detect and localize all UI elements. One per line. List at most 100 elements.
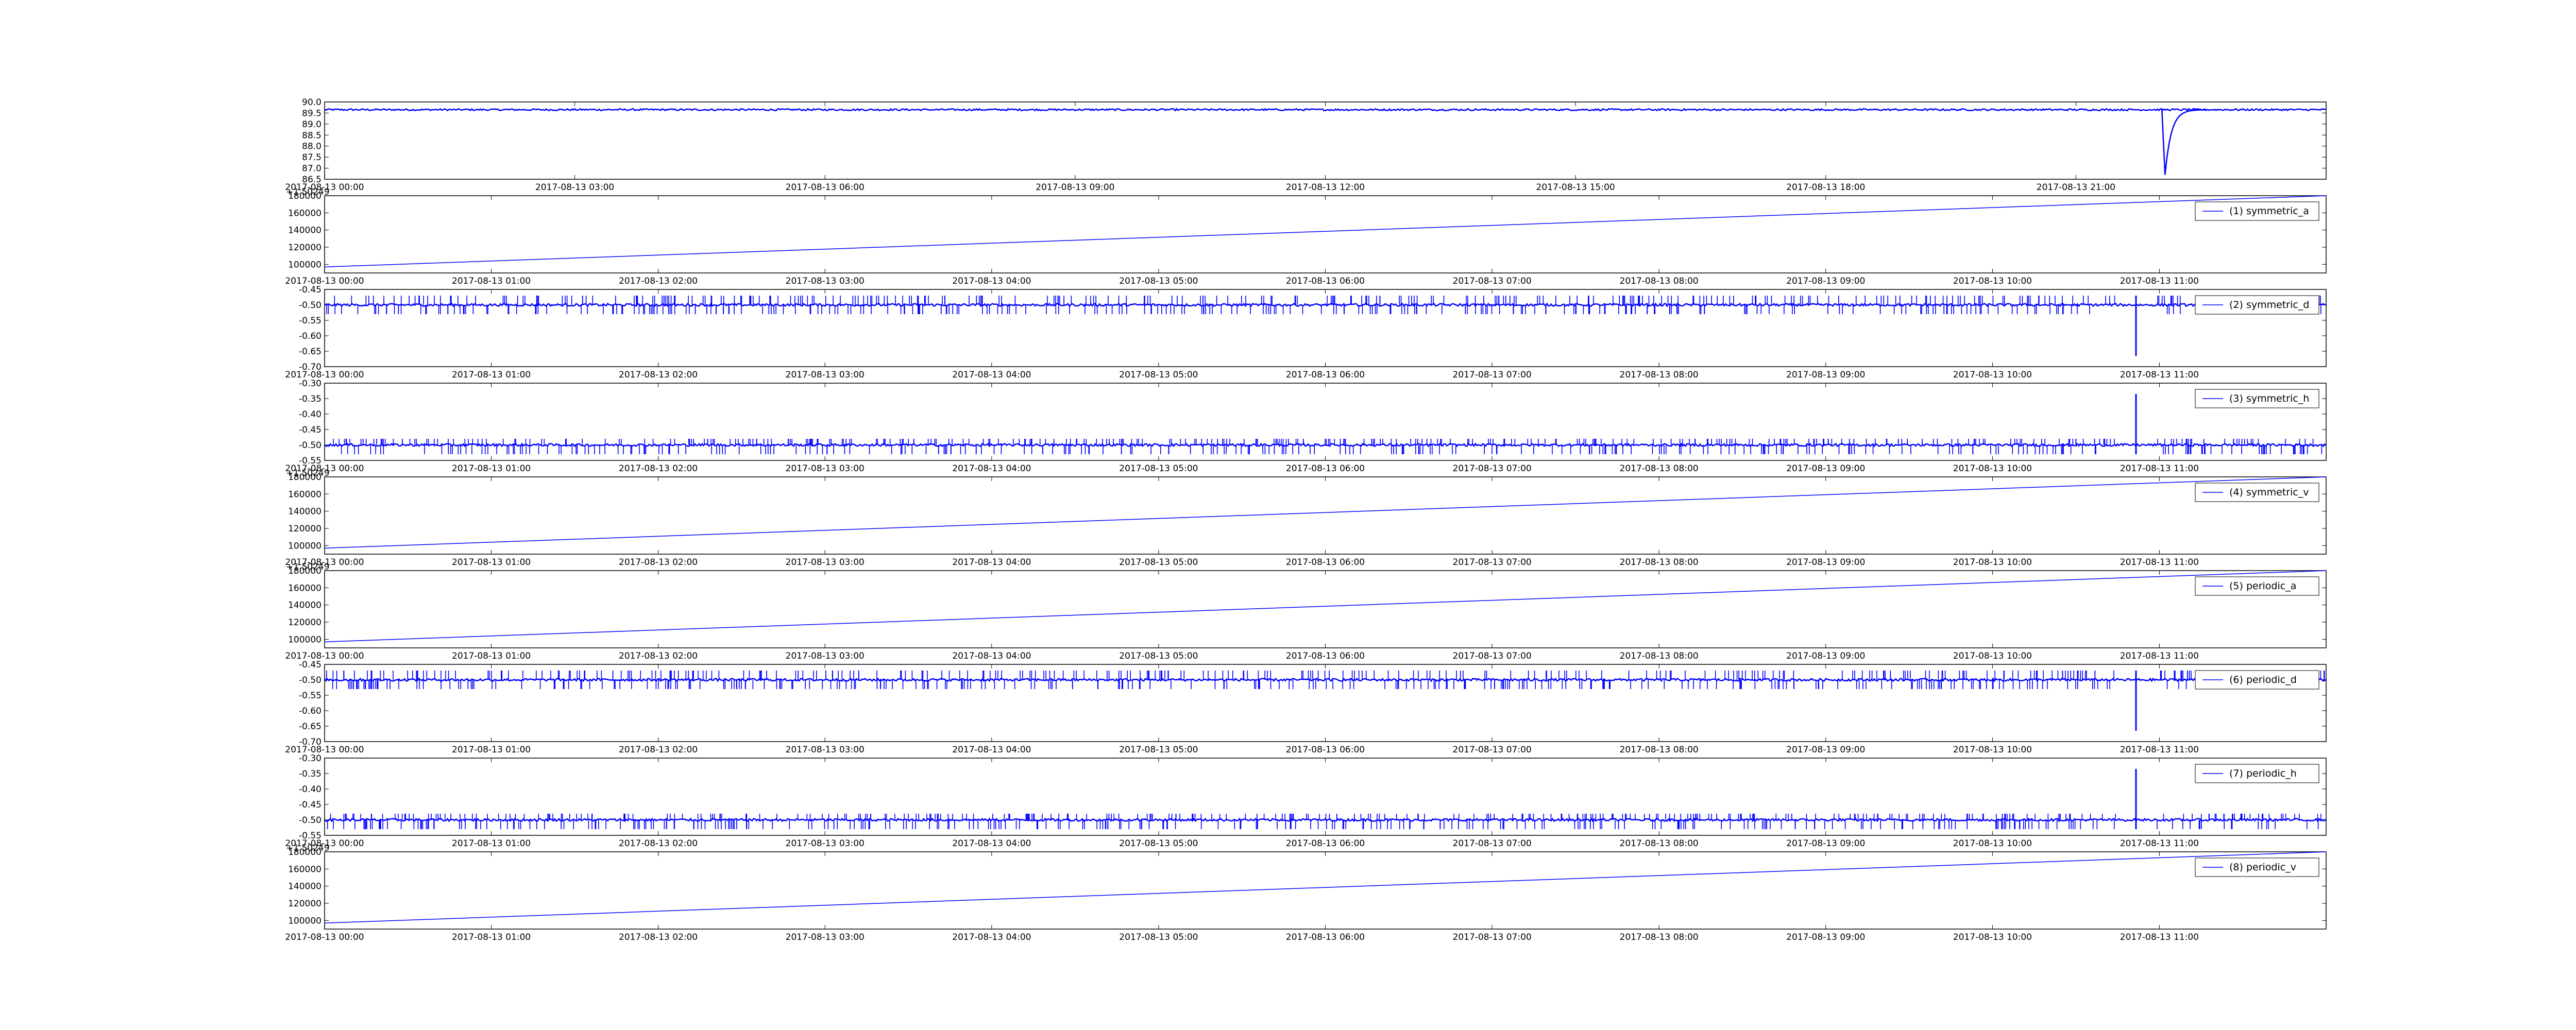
- y-tick-label: 89.0: [302, 119, 321, 130]
- y-tick-label: -0.55: [299, 316, 321, 326]
- x-tick-label: 2017-08-13 00:00: [285, 932, 364, 942]
- legend: (2) symmetric_d: [2195, 295, 2319, 315]
- x-tick-label: 2017-08-13 07:00: [1453, 276, 1532, 286]
- x-tick-label: 2017-08-13 08:00: [1620, 557, 1699, 568]
- axes-frame: [324, 195, 2327, 273]
- y-tick-label: -0.65: [299, 722, 321, 732]
- x-tick-label: 2017-08-13 10:00: [1953, 651, 2032, 661]
- legend-label: (7) periodic_h: [2229, 768, 2297, 779]
- series-line: [324, 677, 2327, 682]
- y-tick-label: -0.50: [299, 815, 321, 826]
- x-tick-label: 2017-08-13 15:00: [1536, 182, 1615, 193]
- y-tick-label: 140000: [288, 600, 321, 611]
- x-tick-label: 2017-08-13 06:00: [786, 182, 865, 193]
- x-tick-label: 2017-08-13 05:00: [1119, 651, 1198, 661]
- legend-label: (4) symmetric_v: [2229, 487, 2309, 498]
- x-tick-label: 2017-08-13 10:00: [1953, 464, 2032, 474]
- series-event: [2161, 109, 2207, 175]
- y-tick-label: 160000: [288, 208, 321, 218]
- x-tick-label: 2017-08-13 03:00: [786, 276, 865, 286]
- axes-frame: [324, 476, 2327, 555]
- y-tick-label: 100000: [288, 634, 321, 645]
- x-tick-label: 2017-08-13 02:00: [619, 651, 698, 661]
- series-spikes: [333, 439, 2323, 454]
- y-tick-label: -0.45: [299, 285, 321, 295]
- axis-offset-text: +1.50249: [286, 562, 330, 572]
- axes-frame: [324, 851, 2327, 930]
- x-tick-label: 2017-08-13 01:00: [452, 276, 531, 286]
- x-tick-label: 2017-08-13 09:00: [1786, 651, 1865, 661]
- x-tick-label: 2017-08-13 05:00: [1119, 838, 1198, 849]
- x-tick-label: 2017-08-13 11:00: [2120, 745, 2199, 755]
- series-line: [324, 851, 2327, 924]
- x-tick-label: 2017-08-13 02:00: [619, 745, 698, 755]
- series-spikes: [327, 814, 2321, 829]
- y-tick-label: 90.0: [302, 97, 321, 108]
- x-tick-label: 2017-08-13 10:00: [1953, 557, 2032, 568]
- y-tick-label: -0.30: [299, 753, 321, 764]
- axis-offset-text: +1.50249: [286, 187, 330, 197]
- x-tick-label: 2017-08-13 06:00: [1286, 370, 1365, 380]
- x-tick-label: 2017-08-13 08:00: [1620, 651, 1699, 661]
- x-tick-label: 2017-08-13 03:00: [786, 651, 865, 661]
- series-line: [324, 570, 2327, 643]
- y-tick-label: -0.35: [299, 769, 321, 779]
- x-tick-label: 2017-08-13 09:00: [1786, 276, 1865, 286]
- x-tick-label: 2017-08-13 08:00: [1620, 464, 1699, 474]
- x-tick-label: 2017-08-13 03:00: [786, 370, 865, 380]
- x-tick-label: 2017-08-13 07:00: [1453, 370, 1532, 380]
- subplot-5: 1800001600001400001200001000002017-08-13…: [285, 468, 2327, 568]
- axes-frame: [324, 101, 2327, 180]
- subplot-8: -0.30-0.35-0.40-0.45-0.50-0.552017-08-13…: [285, 753, 2327, 849]
- x-tick-label: 2017-08-13 06:00: [1286, 276, 1365, 286]
- subplot-6: 1800001600001400001200001000002017-08-13…: [285, 562, 2327, 661]
- y-tick-label: 160000: [288, 583, 321, 593]
- legend-label: (3) symmetric_h: [2229, 393, 2309, 404]
- legend: (7) periodic_h: [2195, 764, 2319, 783]
- x-tick-label: 2017-08-13 00:00: [285, 651, 364, 661]
- x-tick-label: 2017-08-13 06:00: [1286, 557, 1365, 568]
- y-tick-label: 140000: [288, 882, 321, 892]
- x-tick-label: 2017-08-13 11:00: [2120, 651, 2199, 661]
- subplot-9: 1800001600001400001200001000002017-08-13…: [285, 843, 2327, 942]
- axes-frame: [324, 664, 2327, 742]
- x-tick-label: 2017-08-13 11:00: [2120, 932, 2199, 942]
- y-tick-label: -0.50: [299, 440, 321, 451]
- x-tick-label: 2017-08-13 04:00: [952, 651, 1031, 661]
- x-tick-label: 2017-08-13 10:00: [1953, 745, 2032, 755]
- chart-figure: 90.089.589.088.588.087.587.086.52017-08-…: [285, 97, 2327, 942]
- series-line: [324, 195, 2327, 268]
- x-tick-label: 2017-08-13 04:00: [952, 557, 1031, 568]
- y-tick-label: -0.45: [299, 425, 321, 435]
- y-tick-label: 160000: [288, 864, 321, 874]
- y-tick-label: -0.30: [299, 379, 321, 389]
- subplot-7: -0.45-0.50-0.55-0.60-0.65-0.702017-08-13…: [285, 660, 2327, 755]
- axis-offset-text: +1.50249: [286, 468, 330, 478]
- subplot-2: 1800001600001400001200001000002017-08-13…: [285, 187, 2327, 286]
- x-tick-label: 2017-08-13 04:00: [952, 464, 1031, 474]
- y-tick-label: -0.50: [299, 675, 321, 685]
- x-tick-label: 2017-08-13 03:00: [786, 838, 865, 849]
- y-tick-label: 140000: [288, 507, 321, 517]
- x-tick-label: 2017-08-13 07:00: [1453, 651, 1532, 661]
- x-tick-label: 2017-08-13 08:00: [1620, 745, 1699, 755]
- legend: (1) symmetric_a: [2195, 201, 2319, 221]
- x-tick-label: 2017-08-13 11:00: [2120, 370, 2199, 380]
- x-tick-label: 2017-08-13 03:00: [535, 182, 614, 193]
- legend: (5) periodic_a: [2195, 576, 2319, 596]
- legend-label: (6) periodic_d: [2229, 674, 2297, 685]
- x-tick-label: 2017-08-13 09:00: [1786, 932, 1865, 942]
- x-tick-label: 2017-08-13 09:00: [1786, 838, 1865, 849]
- x-tick-label: 2017-08-13 02:00: [619, 557, 698, 568]
- x-tick-label: 2017-08-13 09:00: [1786, 745, 1865, 755]
- y-tick-label: -0.60: [299, 706, 321, 716]
- x-tick-label: 2017-08-13 01:00: [452, 464, 531, 474]
- axes-frame: [324, 758, 2327, 836]
- x-tick-label: 2017-08-13 12:00: [1286, 182, 1365, 193]
- y-tick-label: 140000: [288, 226, 321, 236]
- x-tick-label: 2017-08-13 00:00: [285, 745, 364, 755]
- x-tick-label: 2017-08-13 10:00: [1953, 370, 2032, 380]
- x-tick-label: 2017-08-13 06:00: [1286, 838, 1365, 849]
- x-tick-label: 2017-08-13 01:00: [452, 370, 531, 380]
- y-tick-label: -0.65: [299, 347, 321, 357]
